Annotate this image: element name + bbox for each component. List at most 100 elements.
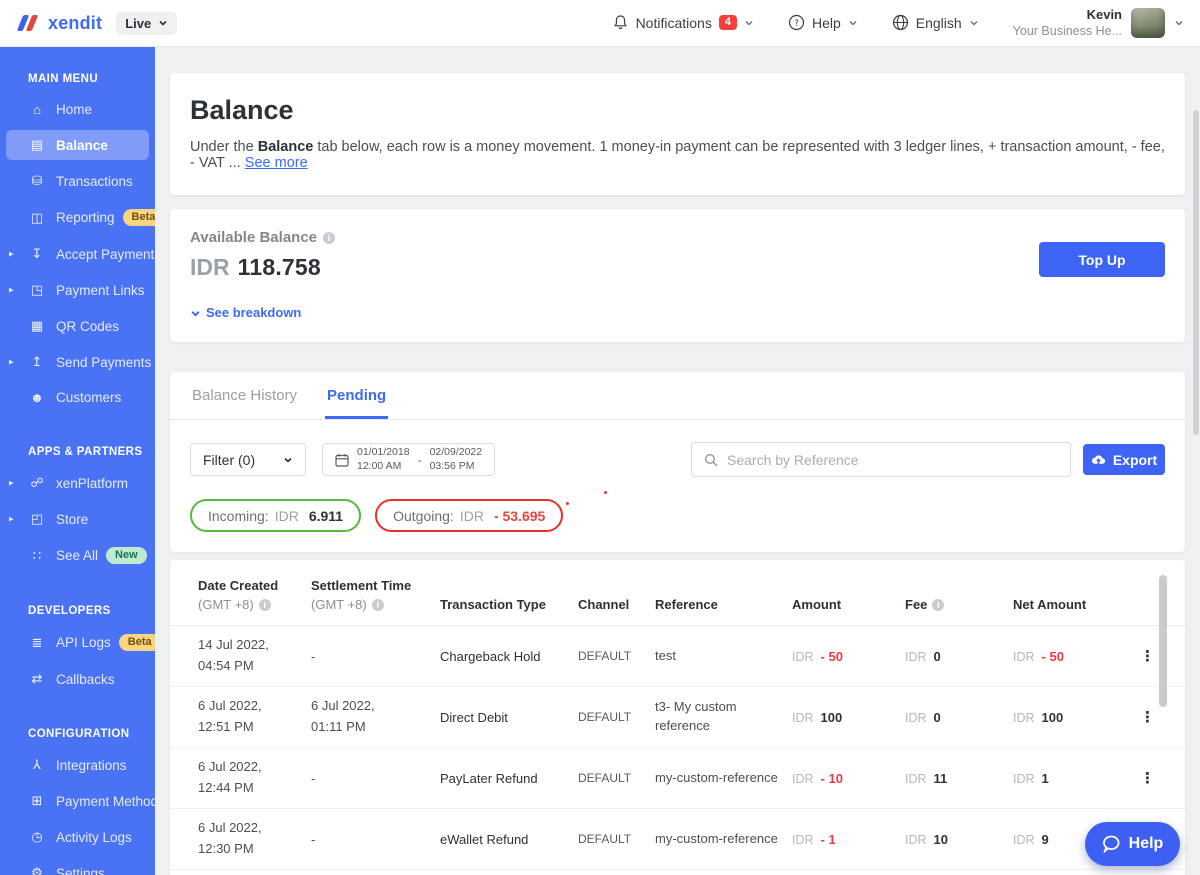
home-icon: ⌂ [28,102,46,117]
beta-badge: Beta [123,209,155,226]
notifications-menu[interactable]: Notifications 4 [612,14,754,31]
incoming-label: Incoming: [208,508,269,524]
chevron-down-icon [744,18,754,28]
info-icon[interactable]: i [372,599,384,611]
filter-label: Filter (0) [203,452,255,468]
sidebar-item-qr-codes[interactable]: ▦ QR Codes [6,311,149,341]
sidebar-item-label: Settings [56,866,105,875]
date-range-start: 01/01/201812:00 AM [357,446,410,472]
incoming-value: 6.911 [309,508,343,524]
sidebar-item-label: Callbacks [56,672,115,687]
tab-bar: Balance History Pending [170,372,1185,420]
date-range-picker[interactable]: 01/01/201812:00 AM - 02/09/202203:56 PM [322,443,495,476]
stray-dot [566,502,569,505]
col-header-channel[interactable]: Channel [578,597,655,612]
transaction-type-cell: PayLater Refund [440,771,578,786]
reference-cell: my-custom-reference [655,769,792,788]
export-button[interactable]: Export [1083,444,1165,475]
section-title-developers: DEVELOPERS [6,605,149,617]
table-scrollbar-thumb[interactable] [1159,575,1167,707]
expand-caret-icon: ▸ [9,356,14,367]
sidebar-item-callbacks[interactable]: ⇄ Callbacks [6,664,149,694]
col-header-fee[interactable]: Feei [905,597,1013,612]
sidebar-item-send-payments[interactable]: ▸ ↥ Send Payments [6,347,149,377]
bell-icon [612,14,629,31]
see-breakdown-link[interactable]: See breakdown [190,305,1165,320]
page-scrollbar-track[interactable] [1192,47,1200,875]
help-floating-button[interactable]: Help [1085,822,1180,866]
sidebar-item-accept-payments[interactable]: ▸ ↧ Accept Payments [6,239,149,269]
beta-badge: Beta [119,634,155,651]
start-date: 01/01/2018 [357,446,410,458]
environment-switcher[interactable]: Live [116,12,177,35]
see-more-link[interactable]: See more [245,155,308,171]
search-field[interactable] [691,442,1071,477]
search-icon [704,453,718,467]
filter-dropdown[interactable]: Filter (0) [190,443,306,476]
sidebar-item-customers[interactable]: ☻ Customers [6,383,149,412]
notifications-label: Notifications [636,15,712,31]
integrations-icon: ⅄ [28,757,46,773]
outgoing-label: Outgoing: [393,508,454,524]
reference-cell: test [655,647,792,666]
cloud-upload-icon [1091,453,1106,466]
row-actions-kebab-icon[interactable]: ⋮ [1130,769,1165,787]
col-header-net-amount[interactable]: Net Amount [1013,597,1130,612]
sidebar-item-payment-links[interactable]: ▸ ◳ Payment Links [6,275,149,305]
transaction-type-cell: eWallet Refund [440,832,578,847]
sidebar-item-label: Reporting [56,210,115,225]
col-header-amount[interactable]: Amount [792,597,905,612]
page-scrollbar-thumb[interactable] [1193,110,1199,435]
brand[interactable]: xendit Live [0,12,177,35]
avatar [1131,8,1165,38]
top-up-button[interactable]: Top Up [1039,242,1165,277]
section-title-main-menu: MAIN MENU [6,73,149,85]
expand-caret-icon: ▸ [9,513,14,524]
sidebar-item-home[interactable]: ⌂ Home [6,95,149,124]
date-created-cell: 6 Jul 2022,12:30 PM [198,818,311,860]
sidebar-item-label: Balance [56,138,108,153]
sidebar-item-label: Send Payments [56,355,151,370]
summary-pills: Incoming: IDR 6.911 Outgoing: IDR - 53.6… [170,493,1185,552]
sidebar-item-payment-methods[interactable]: ⊞ Payment Methods [6,786,149,816]
net-amount-cell: IDR100 [1013,710,1130,725]
channel-cell: DEFAULT [578,649,655,663]
sidebar: MAIN MENU ⌂ Home ▤ Balance ⛁ Transaction… [0,47,155,875]
sidebar-item-xenplatform[interactable]: ▸ ☍ xenPlatform [6,468,149,498]
language-menu[interactable]: English [892,14,979,31]
tab-balance-history[interactable]: Balance History [190,372,299,419]
col-header-settlement-time[interactable]: Settlement Time (GMT +8)i [311,578,440,612]
fee-cell: IDR0 [905,710,1013,725]
col-header-date-created[interactable]: Date Created (GMT +8)i [198,578,311,612]
info-icon[interactable]: i [932,599,944,611]
sidebar-item-balance[interactable]: ▤ Balance [6,130,149,160]
sidebar-item-settings[interactable]: ⚙ Settings [6,858,149,875]
chevron-down-icon [283,455,293,465]
account-menu[interactable]: Kevin Your Business He... [1013,6,1184,40]
tab-pending[interactable]: Pending [325,372,388,419]
sidebar-item-label: QR Codes [56,319,119,334]
row-actions-kebab-icon[interactable]: ⋮ [1130,708,1165,726]
info-icon[interactable]: i [259,599,271,611]
sidebar-item-see-all[interactable]: ∷ See All New [6,540,149,571]
help-menu[interactable]: ? Help [788,14,858,31]
business-name: Your Business He... [1013,23,1122,40]
sidebar-item-integrations[interactable]: ⅄ Integrations [6,750,149,780]
sidebar-item-api-logs[interactable]: ≣ API Logs Beta [6,627,149,658]
accept-payments-icon: ↧ [28,246,46,262]
info-icon[interactable]: i [323,232,335,244]
col-header-transaction-type[interactable]: Transaction Type [440,597,578,612]
main-content: Balance Under the Balance tab below, eac… [155,47,1200,875]
sidebar-item-store[interactable]: ▸ ◰ Store [6,504,149,534]
expand-caret-icon: ▸ [9,248,14,259]
sidebar-item-transactions[interactable]: ⛁ Transactions [6,166,149,196]
sidebar-item-activity-logs[interactable]: ◷ Activity Logs [6,822,149,852]
incoming-currency: IDR [275,508,299,524]
new-badge: New [106,547,147,564]
sidebar-item-reporting[interactable]: ◫ Reporting Beta [6,202,149,233]
search-input[interactable] [727,452,1058,468]
customers-icon: ☻ [28,390,46,405]
settlement-time-cell: 6 Jul 2022,01:11 PM [311,696,440,738]
col-header-reference[interactable]: Reference [655,597,792,612]
currency-label: IDR [190,254,230,280]
